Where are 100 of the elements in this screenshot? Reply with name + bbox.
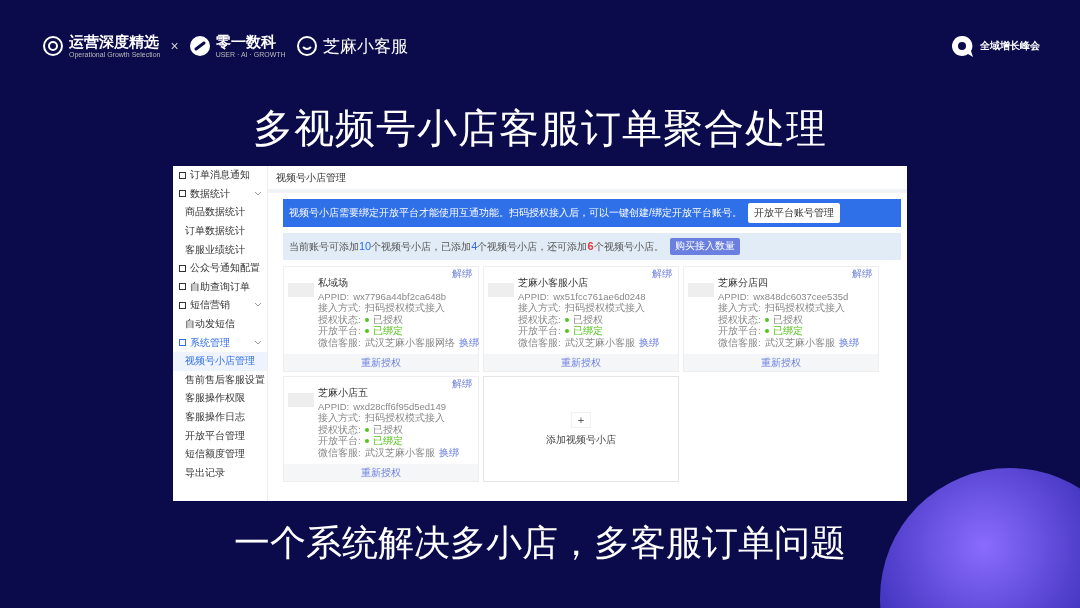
buy-quota-button[interactable]: 购买接入数量 bbox=[669, 238, 740, 255]
sidebar-subitem[interactable]: 客服业绩统计 bbox=[173, 240, 267, 259]
smile-logo-icon bbox=[295, 35, 318, 57]
reauthorize-button[interactable]: 重新授权 bbox=[484, 354, 678, 371]
unbind-link[interactable]: 解绑 bbox=[452, 378, 472, 391]
field-value: wxd28cff6f95d5ed149 bbox=[353, 400, 446, 413]
caret-icon bbox=[255, 191, 261, 196]
status-text: 已授权 bbox=[572, 313, 603, 326]
menu-icon bbox=[179, 264, 186, 272]
times-sign: × bbox=[170, 38, 179, 54]
brand-name: 芝麻小客服 bbox=[322, 35, 408, 58]
status-dot bbox=[564, 329, 569, 334]
slide-subtitle: 一个系统解决多小店，多客服订单问题 bbox=[233, 521, 847, 565]
status-dot bbox=[364, 427, 369, 432]
status-dot bbox=[564, 317, 569, 322]
platform-account-button[interactable]: 开放平台账号管理 bbox=[747, 203, 840, 223]
status-text: 已授权 bbox=[372, 423, 403, 436]
field-value: 扫码授权模式接入 bbox=[364, 412, 445, 424]
field-label: APPID: bbox=[318, 290, 350, 302]
menu-icon bbox=[179, 301, 186, 309]
field-label: 开放平台: bbox=[518, 325, 561, 337]
brand-name: 运营深度精选 bbox=[69, 34, 160, 49]
notice-text: 视频号小店需要绑定开放平台才能使用互通功能。扫码授权接入后，可以一键创建/绑定开放平台账号。 bbox=[289, 206, 742, 220]
sidebar-subitem[interactable]: 售前售后客服设置 bbox=[173, 370, 267, 390]
speech-bubble-logo-icon bbox=[949, 34, 975, 58]
sidebar-subitem[interactable]: 客服操作权限 bbox=[173, 389, 267, 408]
field-value: 扫码授权模式接入 bbox=[764, 302, 845, 314]
reauthorize-button[interactable]: 重新授权 bbox=[684, 354, 878, 371]
field-label: 开放平台: bbox=[318, 435, 361, 447]
shop-name: 私域场 bbox=[318, 277, 349, 289]
unbind-link[interactable]: 解绑 bbox=[852, 268, 872, 281]
field-label: 授权状态: bbox=[718, 313, 761, 326]
add-shop-label: 添加视频号小店 bbox=[546, 432, 616, 447]
caret-icon bbox=[255, 340, 261, 345]
rebind-link[interactable]: 换绑 bbox=[458, 336, 479, 349]
plus-icon: + bbox=[570, 411, 592, 428]
status-text: 已绑定 bbox=[572, 325, 603, 337]
menu-icon bbox=[179, 339, 186, 347]
sidebar-subitem[interactable]: 短信额度管理 bbox=[173, 444, 267, 464]
status-text: 已绑定 bbox=[372, 435, 403, 447]
sidebar-item[interactable]: 订单消息通知 bbox=[173, 166, 267, 185]
unbind-link[interactable]: 解绑 bbox=[652, 268, 672, 281]
field-label: 接入方式: bbox=[518, 302, 561, 314]
status-dot bbox=[364, 329, 369, 334]
menu-icon bbox=[179, 171, 186, 179]
shop-name: 芝麻小店五 bbox=[318, 387, 369, 399]
field-label: 微信客服: bbox=[318, 336, 361, 349]
status-dot bbox=[364, 317, 369, 322]
status-dot bbox=[764, 329, 769, 334]
field-label: 授权状态: bbox=[318, 313, 361, 326]
rebind-link[interactable]: 换绑 bbox=[438, 446, 459, 459]
shop-name: 芝麻分店四 bbox=[718, 277, 769, 289]
quota-text: 当前账号可添加10个视频号小店，已添加4个视频号小店，还可添加6个视频号小店。 bbox=[289, 239, 664, 254]
field-label: APPID: bbox=[718, 290, 750, 302]
sidebar-subitem[interactable]: 视频号小店管理 bbox=[173, 351, 267, 371]
field-value: wx848dc6037cee535d bbox=[753, 290, 849, 303]
field-label: 接入方式: bbox=[318, 412, 361, 424]
sidebar-item[interactable]: 短信营销 bbox=[173, 296, 267, 315]
add-shop-card[interactable]: + 添加视频号小店 bbox=[483, 376, 679, 482]
field-label: 微信客服: bbox=[318, 446, 361, 459]
status-dot bbox=[364, 439, 369, 444]
menu-icon bbox=[179, 283, 186, 291]
reauthorize-button[interactable]: 重新授权 bbox=[284, 354, 478, 371]
sidebar-item[interactable]: 自助查询订单 bbox=[173, 277, 267, 297]
event-name: 全域增长峰会 bbox=[980, 39, 1040, 53]
field-label: 接入方式: bbox=[318, 302, 361, 314]
field-label: 开放平台: bbox=[318, 325, 361, 337]
sidebar-item[interactable]: 公众号通知配置 bbox=[173, 258, 267, 278]
field-value: 武汉芝麻小客服网络 bbox=[364, 336, 455, 349]
shop-name: 芝麻小客服小店 bbox=[518, 277, 589, 289]
field-label: 微信客服: bbox=[718, 336, 761, 349]
sidebar-subitem[interactable]: 自动发短信 bbox=[173, 314, 267, 334]
field-value: 扫码授权模式接入 bbox=[564, 302, 645, 314]
sidebar-subitem[interactable]: 客服操作日志 bbox=[173, 407, 267, 427]
reauthorize-button[interactable]: 重新授权 bbox=[284, 464, 478, 481]
unbind-link[interactable]: 解绑 bbox=[452, 268, 472, 281]
rebind-link[interactable]: 换绑 bbox=[838, 336, 859, 349]
field-value: 武汉芝麻小客服 bbox=[364, 446, 435, 459]
field-label: APPID: bbox=[518, 290, 550, 302]
field-value: wx51fcc761ae6d0248 bbox=[553, 290, 646, 303]
brand-name: 零一数科 bbox=[215, 34, 277, 49]
rebind-link[interactable]: 换绑 bbox=[638, 336, 659, 349]
sidebar-item[interactable]: 系统管理 bbox=[173, 333, 267, 352]
field-label: 授权状态: bbox=[518, 313, 561, 326]
field-value: 扫码授权模式接入 bbox=[364, 302, 445, 314]
status-dot bbox=[764, 317, 769, 322]
sidebar-item[interactable]: 数据统计 bbox=[173, 184, 267, 204]
status-text: 已授权 bbox=[372, 313, 403, 326]
menu-icon bbox=[179, 190, 186, 198]
sidebar-subitem[interactable]: 订单数据统计 bbox=[173, 221, 267, 241]
link-logo-icon bbox=[188, 35, 211, 57]
sidebar-subitem[interactable]: 导出记录 bbox=[173, 463, 267, 483]
sidebar-subitem[interactable]: 开放平台管理 bbox=[173, 426, 267, 445]
field-label: 授权状态: bbox=[318, 423, 361, 436]
field-value: 武汉芝麻小客服 bbox=[764, 336, 835, 349]
field-value: wx7796a44bf2ca648b bbox=[353, 290, 447, 303]
sidebar-subitem[interactable]: 商品数据统计 bbox=[173, 203, 267, 222]
status-text: 已授权 bbox=[772, 313, 803, 326]
field-label: APPID: bbox=[318, 400, 350, 412]
caret-icon bbox=[255, 303, 261, 308]
